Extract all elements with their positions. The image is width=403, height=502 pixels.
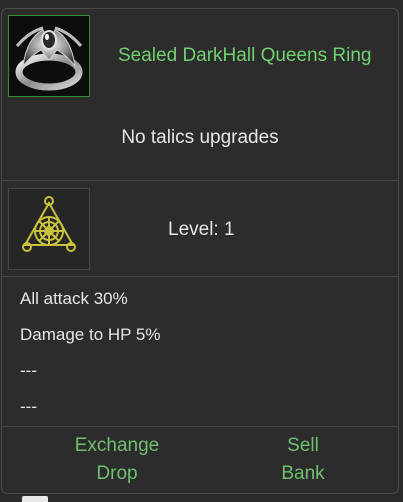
item-tooltip-panel: Sealed DarkHall Queens Ring No talics up… xyxy=(1,8,399,494)
stat-line: --- xyxy=(20,361,37,380)
bank-button[interactable]: Bank xyxy=(248,463,358,485)
item-name: Sealed DarkHall Queens Ring xyxy=(118,45,372,66)
talics-status: No talics upgrades xyxy=(121,127,279,148)
exchange-button[interactable]: Exchange xyxy=(62,435,172,457)
talic-emblem-icon xyxy=(8,188,90,270)
bottom-tab-handle xyxy=(22,496,48,502)
stat-line: All attack 30% xyxy=(20,289,128,308)
actions-section: Exchange Sell Drop Bank xyxy=(2,427,398,495)
ring-icon xyxy=(8,15,90,97)
stats-list: All attack 30% Damage to HP 5% --- --- xyxy=(2,277,398,427)
level-section: Level: 1 xyxy=(2,181,398,277)
sell-button[interactable]: Sell xyxy=(248,435,358,457)
item-header: Sealed DarkHall Queens Ring xyxy=(2,9,398,105)
level-label: Level: 1 xyxy=(168,219,235,240)
stat-line: --- xyxy=(20,397,37,416)
drop-button[interactable]: Drop xyxy=(62,463,172,485)
talics-section: No talics upgrades xyxy=(2,105,398,181)
stat-line: Damage to HP 5% xyxy=(20,325,161,344)
